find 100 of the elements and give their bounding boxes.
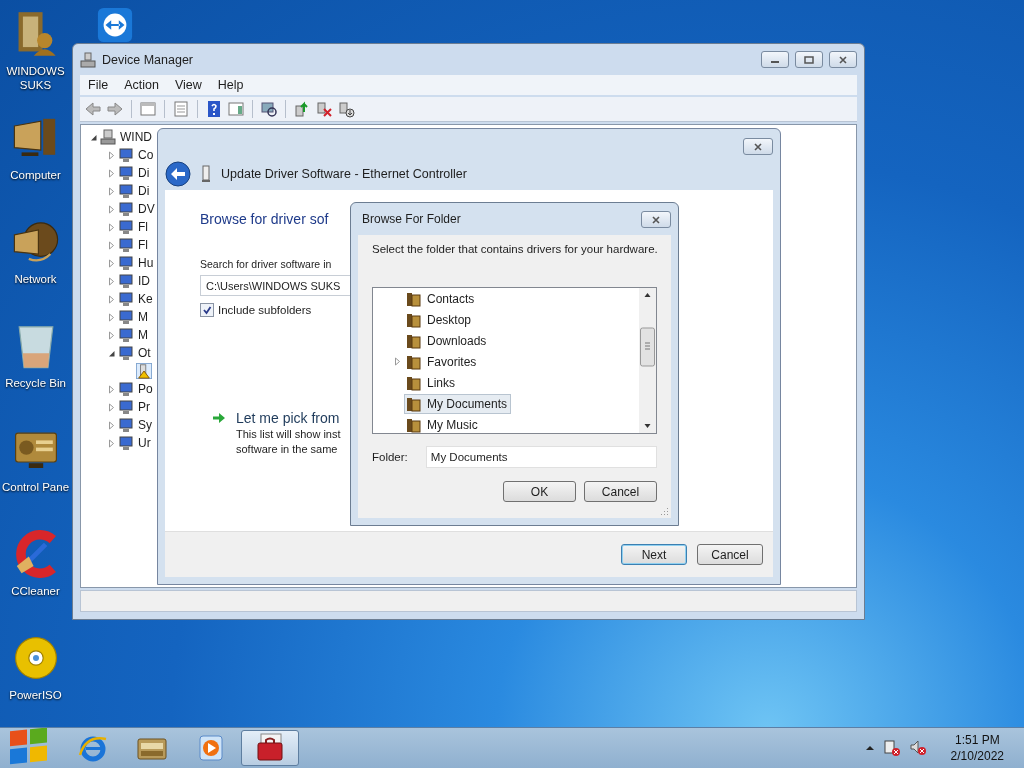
device-icon — [118, 147, 134, 163]
menu-item[interactable]: File — [82, 78, 115, 92]
media-player-icon — [196, 733, 226, 763]
desktop-icon-label[interactable]: Network — [14, 272, 57, 286]
expand-arrow-icon[interactable] — [107, 240, 116, 250]
menu-item[interactable]: Action — [118, 78, 165, 92]
expand-arrow-icon[interactable] — [107, 402, 116, 412]
instruction-text: Select the folder that contains drivers for your hardware. — [372, 243, 657, 255]
scrollbar[interactable] — [639, 288, 656, 433]
tree-item[interactable]: Po — [138, 382, 153, 396]
checkbox-label[interactable]: Include subfolders — [218, 304, 312, 316]
option-link[interactable]: Let me pick from — [236, 409, 340, 427]
window-title: Device Manager — [102, 52, 193, 67]
action-pane-icon[interactable] — [227, 100, 245, 118]
close-button[interactable] — [743, 138, 773, 155]
desktop-icon-label[interactable]: PowerISO — [9, 688, 62, 702]
tree-item[interactable]: Fl — [138, 238, 148, 252]
tree-item[interactable]: Fl — [138, 220, 148, 234]
close-button[interactable] — [641, 211, 671, 228]
folder-item[interactable]: Desktop — [404, 309, 476, 330]
collapse-arrow-icon[interactable] — [107, 348, 116, 358]
folder-item[interactable]: Favorites — [404, 351, 481, 372]
back-button[interactable] — [165, 161, 191, 187]
tree-item[interactable]: Sy — [138, 418, 152, 432]
minimize-button[interactable] — [761, 51, 789, 68]
expand-arrow-icon[interactable] — [107, 420, 116, 430]
dialog-title: Browse For Folder — [362, 212, 461, 226]
tree-item[interactable]: M — [138, 310, 148, 324]
desktop-icon-label[interactable]: Control Pane — [1, 480, 70, 494]
tree-item[interactable]: Ke — [138, 292, 153, 306]
help-icon[interactable] — [205, 100, 223, 118]
expand-arrow-icon[interactable] — [107, 294, 116, 304]
network-adapter-icon — [201, 165, 211, 183]
tree-item[interactable]: Hu — [138, 256, 154, 270]
clock[interactable]: 1:51 PM 2/10/2022 — [950, 732, 1004, 764]
taskbar-app-button[interactable] — [241, 730, 299, 766]
dialog-heading: Browse for driver sof — [200, 210, 329, 228]
device-icon — [118, 417, 134, 433]
expand-arrow-icon[interactable] — [107, 186, 116, 196]
tree-item[interactable]: Co — [138, 148, 154, 162]
speaker-muted-icon[interactable] — [908, 739, 927, 757]
expand-arrow-icon[interactable] — [107, 168, 116, 178]
desktop-icon-label[interactable]: CCleaner — [11, 584, 60, 598]
expand-arrow-icon[interactable] — [107, 330, 116, 340]
tree-item[interactable]: Ot — [138, 346, 151, 360]
tree-item[interactable]: DV — [138, 202, 155, 216]
scan-hardware-icon[interactable] — [260, 100, 278, 118]
menu-item[interactable]: View — [168, 78, 208, 92]
desktop-icon-label[interactable]: Computer — [10, 168, 61, 182]
expand-arrow-icon[interactable] — [107, 276, 116, 286]
device-icon — [118, 309, 134, 325]
collapse-arrow-icon[interactable] — [89, 132, 98, 142]
uninstall-icon[interactable] — [315, 100, 333, 118]
expand-arrow-icon[interactable] — [107, 150, 116, 160]
device-icon — [118, 183, 134, 199]
maximize-button[interactable] — [795, 51, 823, 68]
expand-arrow-icon[interactable] — [107, 312, 116, 322]
dialog-button[interactable]: Cancel — [697, 544, 763, 565]
console-tree-icon[interactable] — [139, 100, 157, 118]
folder-item[interactable]: Contacts — [404, 288, 479, 309]
disable-device-icon[interactable] — [337, 100, 355, 118]
device-icon — [118, 345, 134, 361]
tree-item[interactable]: WIND — [120, 130, 152, 144]
back-arrow-icon[interactable] — [84, 100, 102, 118]
tree-item[interactable]: Di — [138, 184, 150, 198]
arrows-app-icon[interactable] — [96, 6, 134, 44]
menu-item[interactable]: Help — [211, 78, 250, 92]
checkbox[interactable] — [200, 303, 214, 317]
folder-icon — [406, 311, 422, 328]
network-error-icon[interactable] — [882, 739, 901, 757]
dialog-button[interactable]: OK — [503, 481, 576, 502]
folder-item[interactable]: Links — [404, 372, 459, 393]
expand-arrow-icon[interactable] — [393, 357, 402, 366]
dialog-button[interactable]: Next — [621, 544, 687, 565]
warning-device-icon[interactable] — [136, 363, 152, 379]
desktop-icon-label[interactable]: WINDOWS SUKS — [0, 64, 71, 92]
tree-item[interactable]: M — [138, 328, 148, 342]
close-icon — [838, 55, 848, 64]
tree-item[interactable]: Di — [138, 166, 150, 180]
close-button[interactable] — [829, 51, 857, 68]
folder-item[interactable]: My Music — [404, 414, 482, 435]
desktop-icon-label[interactable]: Recycle Bin — [5, 376, 66, 390]
expand-arrow-icon[interactable] — [107, 258, 116, 268]
show-hidden-icons-icon[interactable] — [864, 743, 875, 753]
expand-arrow-icon[interactable] — [107, 204, 116, 214]
forward-arrow-icon[interactable] — [106, 100, 124, 118]
properties-icon[interactable] — [172, 100, 190, 118]
expand-arrow-icon[interactable] — [107, 384, 116, 394]
tree-item[interactable]: Ur — [138, 436, 151, 450]
folder-name-field[interactable]: My Documents — [425, 446, 657, 468]
expand-arrow-icon[interactable] — [107, 222, 116, 232]
device-icon — [118, 435, 134, 451]
device-icon — [118, 255, 134, 271]
folder-item[interactable]: Downloads — [404, 330, 491, 351]
expand-arrow-icon[interactable] — [107, 438, 116, 448]
resize-grip-icon[interactable] — [659, 506, 669, 516]
tree-item[interactable]: Pr — [138, 400, 150, 414]
tree-item[interactable]: ID — [138, 274, 150, 288]
dialog-button[interactable]: Cancel — [584, 481, 657, 502]
folder-item[interactable]: My Documents — [404, 393, 512, 414]
